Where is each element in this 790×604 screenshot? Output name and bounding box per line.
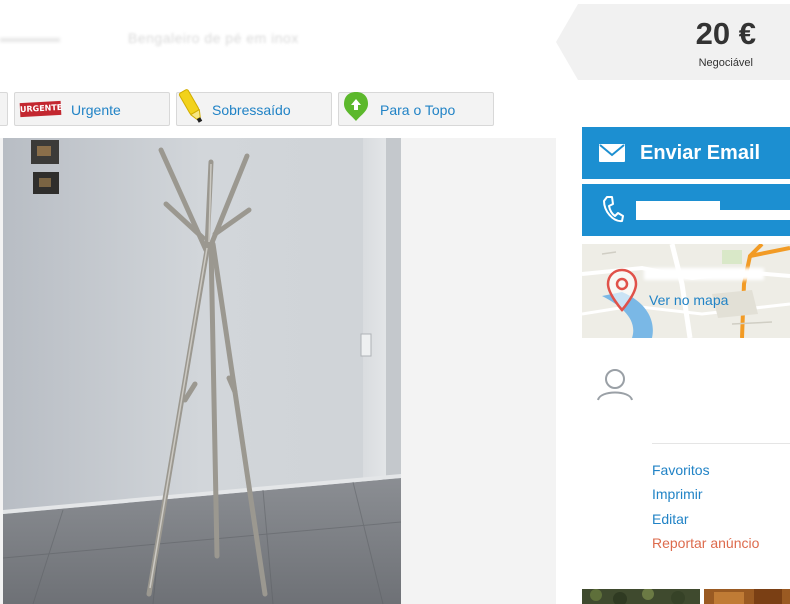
related-thumbnail-2[interactable] bbox=[704, 589, 790, 604]
price-negotiable: Negociável bbox=[698, 57, 753, 69]
map-pin-icon bbox=[606, 268, 638, 312]
listing-photo[interactable] bbox=[3, 138, 401, 604]
promo-para-o-topo-button[interactable]: Para o Topo bbox=[338, 92, 494, 126]
view-on-map-link[interactable]: Ver no mapa bbox=[649, 292, 728, 308]
title-blur-mark bbox=[0, 38, 60, 42]
phone-number-redacted-2 bbox=[636, 210, 790, 220]
price-box: 20 € Negociável bbox=[556, 4, 790, 80]
promo-button-left-edge[interactable] bbox=[0, 92, 8, 126]
urgente-badge-icon: URGENTE bbox=[19, 100, 62, 118]
edit-link[interactable]: Editar bbox=[652, 511, 689, 527]
address-redacted bbox=[644, 268, 764, 280]
promo-urgente-label: Urgente bbox=[71, 102, 121, 118]
listing-title: Bengaleiro de pé em inox bbox=[128, 30, 299, 46]
promo-para-o-topo-label: Para o Topo bbox=[380, 102, 456, 118]
report-ad-link[interactable]: Reportar anúncio bbox=[652, 535, 759, 551]
promo-sobressaido-label: Sobressaído bbox=[212, 102, 291, 118]
promo-sobressaido-button[interactable]: Sobressaído bbox=[176, 89, 332, 126]
phone-number-redacted bbox=[636, 201, 720, 210]
listing-title-blurred: Bengaleiro de pé em inox bbox=[0, 24, 440, 54]
send-email-button[interactable]: Enviar Email bbox=[582, 127, 790, 179]
highlighter-icon bbox=[178, 89, 203, 123]
related-thumbnail-1[interactable] bbox=[582, 589, 700, 604]
photo-gallery bbox=[0, 138, 556, 604]
send-email-label: Enviar Email bbox=[640, 142, 761, 164]
phone-icon bbox=[603, 196, 624, 223]
show-phone-button[interactable] bbox=[582, 184, 790, 236]
price-value: 20 € bbox=[695, 16, 756, 51]
envelope-icon bbox=[599, 144, 625, 162]
user-icon bbox=[597, 369, 633, 401]
seller-divider bbox=[652, 443, 790, 444]
location-map[interactable]: Ver no mapa bbox=[582, 244, 790, 338]
print-link[interactable]: Imprimir bbox=[652, 486, 703, 502]
arrow-up-icon bbox=[344, 92, 368, 121]
favorites-link[interactable]: Favoritos bbox=[652, 462, 710, 478]
promo-urgente-button[interactable]: URGENTE Urgente bbox=[14, 92, 170, 126]
related-thumbnails bbox=[582, 589, 790, 604]
